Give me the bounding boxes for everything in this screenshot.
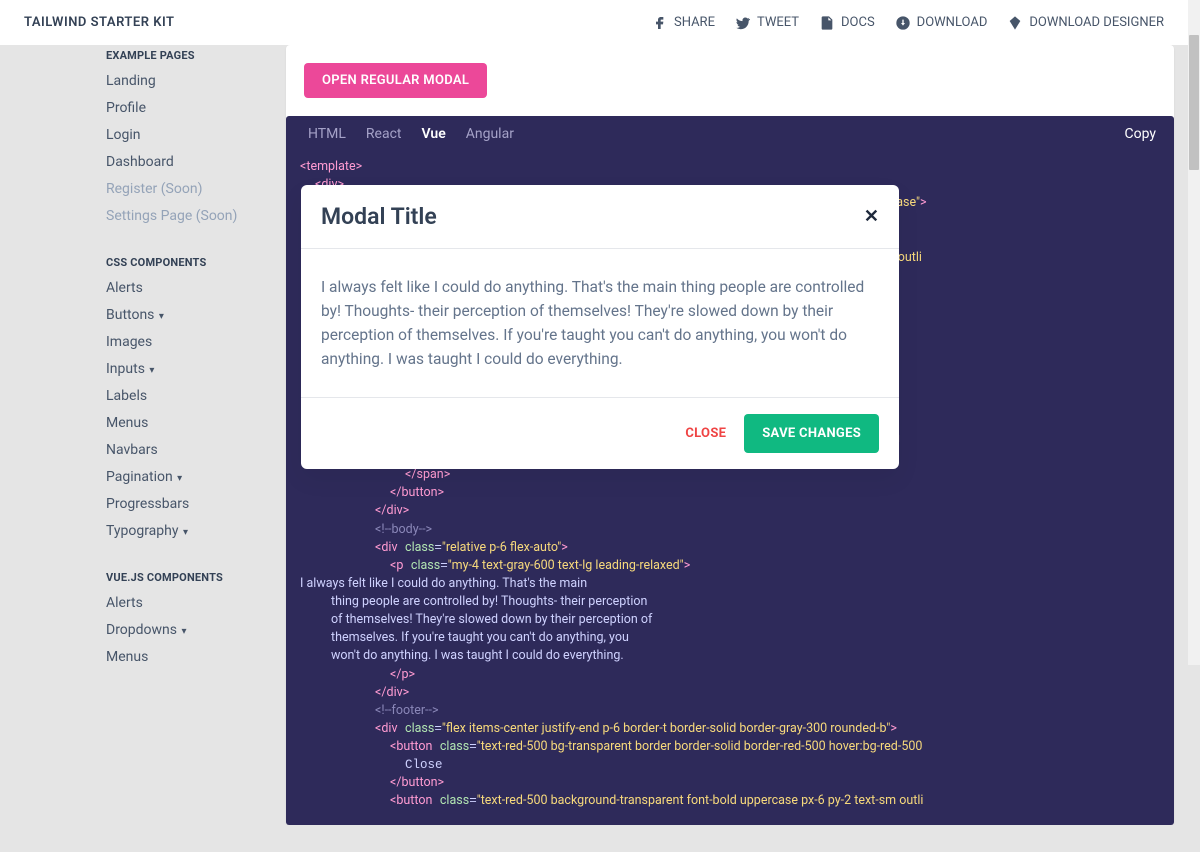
modal-footer: CLOSE SAVE CHANGES: [301, 397, 899, 469]
modal-body: I always felt like I could do anything. …: [301, 249, 899, 397]
close-button[interactable]: CLOSE: [681, 418, 730, 449]
modal: Modal Title ✕ I always felt like I could…: [301, 185, 899, 469]
modal-overlay: Modal Title ✕ I always felt like I could…: [0, 0, 1200, 665]
modal-header: Modal Title ✕: [301, 185, 899, 249]
modal-title: Modal Title: [321, 203, 437, 230]
close-icon[interactable]: ✕: [864, 206, 879, 227]
save-changes-button[interactable]: SAVE CHANGES: [744, 414, 879, 453]
